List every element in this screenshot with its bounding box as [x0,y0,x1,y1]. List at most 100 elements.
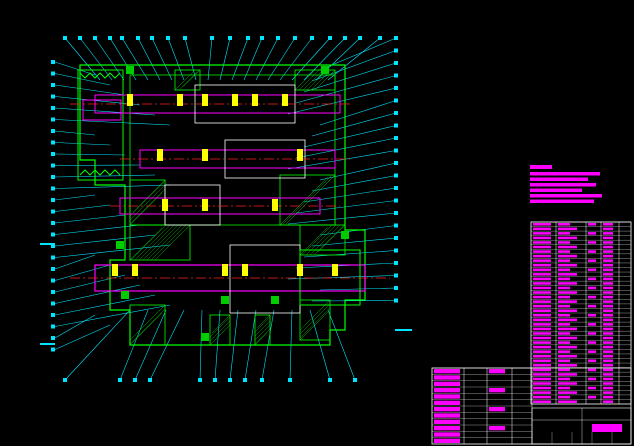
parts-list-cell [588,368,596,372]
parts-list-cell [603,327,613,331]
bearing-mark [332,264,338,276]
parts-list-cell [533,227,551,231]
title-block-cell [434,407,460,412]
balloon-left [51,347,55,352]
parts-list-cell [558,250,570,253]
parts-list-cell [603,382,613,385]
balloon-left [51,278,55,283]
parts-list-cell [588,377,596,381]
balloon-top [108,36,112,40]
fitting-mark [341,231,349,239]
parts-list-cell [533,268,551,272]
notes-line [530,183,596,187]
parts-list-cell [558,291,577,294]
balloon-left [51,267,55,271]
parts-list-cell [533,345,551,349]
parts-list-cell [603,364,613,367]
parts-list-cell [533,277,551,281]
parts-list-cell [533,350,551,353]
balloon-left [51,198,55,202]
balloon-bottom [118,378,122,382]
balloon-bottom [353,378,357,382]
parts-list-cell [603,373,613,376]
balloon-left [51,336,55,340]
parts-list-cell [603,318,613,322]
parts-list-cell [558,332,570,335]
parts-list-cell [603,336,613,340]
fitting-mark [271,296,279,304]
parts-list-cell [558,309,577,312]
bearing-mark [297,264,303,276]
parts-list-cell [588,314,596,317]
balloon-right [394,186,398,190]
balloon-right [394,223,398,228]
balloon-top [310,36,314,40]
parts-list-cell [558,336,577,340]
parts-list-cell [533,395,551,399]
balloon-right [394,173,398,178]
notes-line [530,188,582,192]
balloon-top [166,36,170,40]
parts-list-cell [558,327,577,331]
parts-list-cell [588,277,596,281]
parts-list-cell [533,314,551,317]
parts-list-cell [533,295,551,299]
parts-list-cell [533,373,551,376]
parts-list-cell [603,223,613,226]
balloon-right [394,48,398,53]
parts-list-cell [558,386,570,390]
balloon-right [394,136,398,140]
parts-list-cell [558,304,570,308]
parts-list-cell [533,263,551,267]
parts-list-cell [603,277,613,281]
balloon-top [378,36,382,40]
balloon-left [51,117,55,122]
parts-list-cell [533,236,551,240]
parts-list-cell [588,386,596,390]
parts-list-cell [603,273,613,276]
balloon-right [394,198,398,203]
bearing-mark [132,264,138,276]
parts-list-cell [558,263,577,267]
parts-list-cell [588,332,596,335]
parts-list-cell [533,286,551,290]
parts-list-cell [533,368,551,372]
parts-list-cell [603,350,613,353]
parts-list-cell [533,309,551,312]
title-block-cell [434,394,460,399]
parts-list-cell [588,223,596,226]
parts-list-cell [558,400,577,403]
fitting-mark [321,66,329,74]
balloon-right [394,111,398,115]
bearing-mark [222,264,228,276]
balloon-bottom [288,378,292,382]
balloon-right [394,248,398,253]
parts-list-cell [603,395,613,399]
parts-list-cell [558,236,577,240]
parts-list-cell [603,309,613,312]
balloon-top [136,36,140,40]
title-block-cell [489,388,505,393]
parts-list-cell [558,286,570,290]
balloon-left [51,324,55,329]
balloon-left [51,71,55,76]
balloon-top [150,36,154,40]
balloon-top [343,36,347,40]
parts-list-cell [533,282,551,285]
notes-line [530,172,600,176]
parts-list-cell [533,259,551,262]
parts-list-cell [533,241,551,244]
title-block-cell [434,426,460,431]
balloon-bottom [133,378,137,382]
parts-list-cell [588,259,596,262]
parts-list-cell [558,382,577,385]
parts-list-cell [533,327,551,331]
balloon-top [183,36,187,40]
balloon-left [51,60,55,64]
balloon-left [51,186,55,191]
parts-list-cell [603,232,613,235]
balloon-left [51,83,55,87]
balloon-left [51,106,55,110]
parts-list-cell [558,282,577,285]
parts-list-cell [533,400,551,403]
